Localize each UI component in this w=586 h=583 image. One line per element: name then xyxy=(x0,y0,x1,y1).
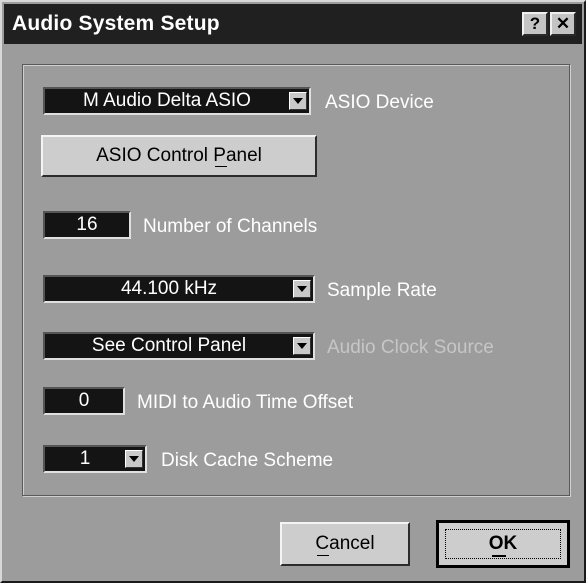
sample-rate-value: 44.100 kHz xyxy=(120,278,218,299)
clock-source-label: Audio Clock Source xyxy=(327,337,494,358)
dialog-title: Audio System Setup xyxy=(12,12,220,35)
help-icon: ? xyxy=(529,14,541,33)
accelerator-underline xyxy=(215,166,227,167)
asio-control-panel-label: ASIO Control Panel xyxy=(96,145,262,166)
close-button[interactable]: ✕ xyxy=(550,12,576,36)
help-button[interactable]: ? xyxy=(522,12,548,36)
accelerator-underline xyxy=(492,555,506,557)
chevron-down-icon[interactable] xyxy=(125,450,143,468)
ok-button[interactable]: OK xyxy=(436,520,570,568)
midi-offset-label: MIDI to Audio Time Offset xyxy=(137,392,354,413)
sample-rate-label: Sample Rate xyxy=(327,280,437,301)
chevron-down-icon[interactable] xyxy=(293,280,311,298)
chevron-down-icon xyxy=(293,337,311,355)
clock-source-dropdown: See Control Panel xyxy=(43,332,315,360)
cancel-label: Cancel xyxy=(315,533,375,554)
midi-offset-value: 0 xyxy=(78,390,90,411)
cancel-button[interactable]: Cancel xyxy=(280,522,410,566)
asio-device-value: M Audio Delta ASIO xyxy=(83,90,251,111)
disk-cache-label: Disk Cache Scheme xyxy=(161,450,334,471)
channels-label: Number of Channels xyxy=(143,216,318,237)
channels-value: 16 xyxy=(76,214,98,235)
asio-device-label: ASIO Device xyxy=(325,92,434,113)
title-bar[interactable]: Audio System Setup ? ✕ xyxy=(4,4,582,44)
settings-group: M Audio Delta ASIO ASIO Device ASIO Cont… xyxy=(22,64,570,496)
disk-cache-dropdown[interactable]: 1 xyxy=(43,445,147,473)
channels-field[interactable]: 16 xyxy=(43,211,131,239)
clock-source-value: See Control Panel xyxy=(91,335,247,356)
sample-rate-dropdown[interactable]: 44.100 kHz xyxy=(43,275,315,303)
asio-control-panel-button[interactable]: ASIO Control Panel xyxy=(41,135,317,177)
disk-cache-value: 1 xyxy=(79,448,91,469)
ok-label: OK xyxy=(488,533,518,554)
accelerator-underline xyxy=(317,555,329,556)
asio-device-dropdown[interactable]: M Audio Delta ASIO xyxy=(43,87,311,115)
midi-offset-field[interactable]: 0 xyxy=(43,387,125,415)
chevron-down-icon[interactable] xyxy=(289,92,307,110)
audio-system-setup-dialog: Audio System Setup ? ✕ M Audio Delta ASI… xyxy=(0,0,586,583)
close-icon: ✕ xyxy=(555,14,571,33)
